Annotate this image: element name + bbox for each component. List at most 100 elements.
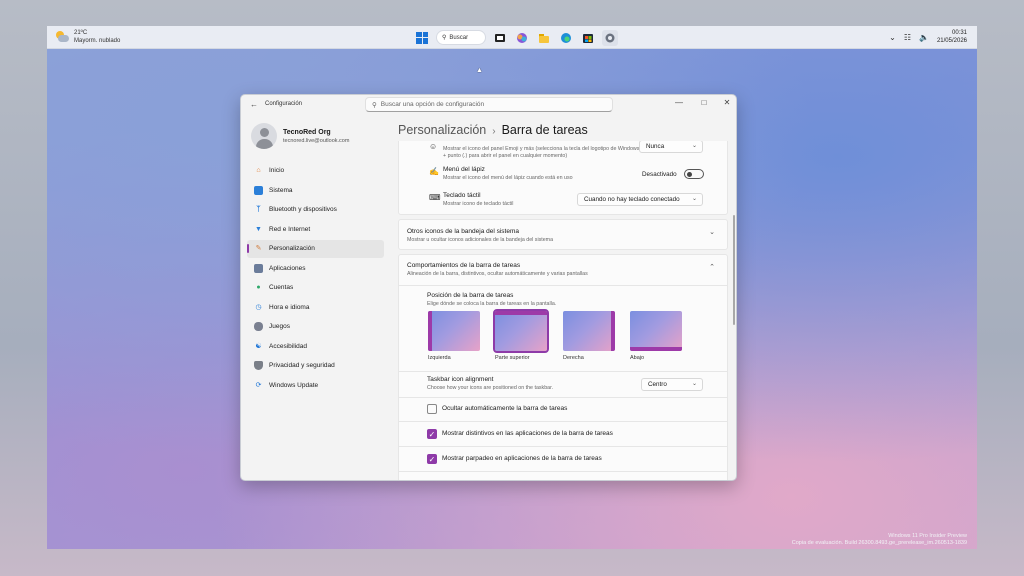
pen-toggle-state: Desactivado bbox=[642, 171, 677, 178]
wifi-icon[interactable]: ☷ bbox=[904, 33, 911, 42]
clock[interactable]: 00:31 21/05/2026 bbox=[937, 29, 967, 45]
sidebar-item-cuentas[interactable]: ● Cuentas bbox=[247, 279, 384, 297]
bluetooth-icon: ᛉ bbox=[256, 206, 261, 214]
other-tray-icons-card[interactable]: Otros iconos de la bandeja del sistema M… bbox=[398, 219, 728, 250]
autohide-checkbox[interactable] bbox=[427, 404, 437, 414]
other-tray-desc: Mostrar u ocultar iconos adicionales de … bbox=[407, 237, 554, 243]
sidebar-item-juegos[interactable]: Juegos bbox=[247, 318, 384, 336]
checkmark-icon: ✓ bbox=[428, 429, 436, 439]
breadcrumb: Personalización › Barra de tareas bbox=[398, 123, 588, 137]
chevron-right-icon: › bbox=[492, 126, 496, 137]
minimize-button[interactable]: — bbox=[671, 98, 687, 107]
weather-temp: 21ºC bbox=[74, 30, 88, 36]
clock-time: 00:31 bbox=[951, 30, 967, 36]
maximize-button[interactable]: □ bbox=[696, 98, 712, 107]
emoji-dropdown[interactable]: Nunca ⌄ bbox=[639, 141, 703, 153]
sidebar-item-hora[interactable]: ◷ Hora e idioma bbox=[247, 299, 384, 317]
sidebar-item-accesibilidad[interactable]: ☯ Accesibilidad bbox=[247, 338, 384, 356]
update-icon: ⟳ bbox=[255, 381, 262, 389]
sidebar-item-label: Hora e idioma bbox=[269, 303, 310, 311]
alignment-dropdown-value: Centro bbox=[648, 381, 667, 388]
flash-checkbox[interactable]: ✓ bbox=[427, 454, 437, 464]
position-left-label: Izquierda bbox=[428, 355, 451, 361]
sidebar-item-privacidad[interactable]: Privacidad y seguridad bbox=[247, 357, 384, 375]
position-title: Posición de la barra de tareas bbox=[427, 292, 514, 299]
checkmark-icon: ✓ bbox=[428, 454, 436, 464]
behaviors-header[interactable]: Comportamientos de la barra de tareas Al… bbox=[407, 262, 588, 278]
position-left-thumb[interactable] bbox=[428, 311, 480, 351]
other-tray-title: Otros iconos de la bandeja del sistema bbox=[407, 228, 520, 235]
copilot-icon bbox=[517, 32, 527, 43]
folder-icon bbox=[539, 33, 549, 43]
sidebar-nav: ⌂ Inicio Sistema ᛉ Bluetooth y dispositi… bbox=[247, 162, 384, 396]
profile-email: tecnored.live@outlook.com bbox=[283, 137, 350, 144]
file-explorer-button[interactable] bbox=[536, 30, 552, 46]
sidebar-item-personalizacion[interactable]: ✎ Personalización bbox=[247, 240, 384, 258]
alignment-dropdown[interactable]: Centro ⌄ bbox=[641, 378, 703, 391]
sidebar-item-label: Windows Update bbox=[269, 381, 319, 389]
chevron-up-icon[interactable]: ⌃ bbox=[709, 263, 715, 271]
store-button[interactable] bbox=[580, 30, 596, 46]
apps-icon bbox=[254, 263, 263, 273]
taskbar: 21ºC Mayorm. nublado ⚲ Buscar ⌄ ☷ 🔈 00:3… bbox=[47, 26, 977, 49]
settings-taskbar-button[interactable] bbox=[602, 29, 618, 46]
sidebar-item-label: Accesibilidad bbox=[269, 342, 307, 350]
sidebar-item-red[interactable]: ▼ Red e Internet bbox=[247, 221, 384, 239]
sidebar-item-windows-update[interactable]: ⟳ Windows Update bbox=[247, 377, 384, 395]
taskbar-apps: ⚲ Buscar bbox=[414, 29, 618, 46]
task-view-icon bbox=[495, 33, 505, 42]
sidebar-item-label: Aplicaciones bbox=[269, 264, 306, 272]
clock-date: 21/05/2026 bbox=[936, 38, 967, 44]
edge-icon bbox=[561, 32, 571, 43]
sidebar-item-bluetooth[interactable]: ᛉ Bluetooth y dispositivos bbox=[247, 201, 384, 219]
position-top-thumb[interactable] bbox=[493, 309, 549, 353]
system-tray: ⌄ ☷ 🔈 00:31 21/05/2026 bbox=[889, 29, 967, 45]
start-button[interactable] bbox=[414, 30, 430, 46]
task-view-button[interactable] bbox=[492, 30, 508, 46]
chevron-up-icon[interactable]: ⌄ bbox=[889, 33, 896, 42]
sidebar-item-label: Privacidad y seguridad bbox=[269, 362, 335, 370]
back-arrow-icon[interactable]: ← bbox=[250, 100, 258, 109]
gear-icon bbox=[605, 33, 615, 42]
breadcrumb-parent[interactable]: Personalización bbox=[398, 123, 486, 137]
pen-toggle[interactable] bbox=[684, 169, 704, 179]
close-button[interactable]: ✕ bbox=[719, 98, 735, 107]
volume-icon[interactable]: 🔈 bbox=[919, 33, 929, 42]
position-bottom-thumb[interactable] bbox=[630, 311, 682, 351]
weather-widget[interactable]: 21ºC Mayorm. nublado bbox=[55, 29, 120, 45]
sidebar-item-sistema[interactable]: Sistema bbox=[247, 182, 384, 200]
search-icon: ⚲ bbox=[442, 35, 447, 41]
badges-checkbox[interactable]: ✓ bbox=[427, 429, 437, 439]
sidebar-item-label: Inicio bbox=[269, 167, 285, 175]
mouse-cursor-icon: ▲ bbox=[476, 67, 483, 74]
sidebar-item-inicio[interactable]: ⌂ Inicio bbox=[247, 162, 384, 180]
keyboard-dropdown[interactable]: Cuando no hay teclado conectado ⌄ bbox=[577, 193, 703, 206]
sidebar-item-label: Cuentas bbox=[269, 284, 294, 292]
person-icon: ● bbox=[256, 284, 261, 292]
edge-button[interactable] bbox=[558, 30, 574, 46]
gamepad-icon bbox=[254, 322, 263, 332]
globe-clock-icon: ◷ bbox=[255, 303, 262, 311]
widgets-button[interactable] bbox=[514, 30, 530, 46]
user-profile[interactable]: TecnoRed Org tecnored.live@outlook.com bbox=[251, 123, 349, 149]
taskbar-search-label: Buscar bbox=[449, 34, 469, 41]
search-placeholder: Buscar una opción de configuración bbox=[380, 101, 485, 108]
position-right-thumb[interactable] bbox=[563, 311, 615, 351]
sidebar-item-aplicaciones[interactable]: Aplicaciones bbox=[247, 260, 384, 278]
weather-desc: Mayorm. nublado bbox=[74, 38, 121, 44]
content-scrollbar[interactable] bbox=[733, 215, 735, 325]
profile-name: TecnoRed Org bbox=[283, 128, 331, 136]
position-right-label: Derecha bbox=[563, 355, 584, 361]
flash-label: Mostrar parpadeo en aplicaciones de la b… bbox=[442, 455, 602, 462]
pen-desc: Mostrar el icono del menú del lápiz cuan… bbox=[443, 175, 573, 181]
pen-title: Menú del lápiz bbox=[443, 166, 485, 173]
position-bottom-label: Abajo bbox=[630, 355, 645, 361]
keyboard-icon: ⌨ bbox=[429, 193, 441, 202]
pen-icon: ✍ bbox=[429, 167, 439, 176]
alignment-desc: Choose how your icons are positioned on … bbox=[427, 385, 554, 391]
settings-content: ☺ Mostrar el icono del panel Emoji y más… bbox=[398, 141, 728, 480]
watermark-line2: Copia de evaluación. Build 26300.8493.ge… bbox=[791, 540, 967, 546]
taskbar-search[interactable]: ⚲ Buscar bbox=[436, 30, 486, 45]
sidebar-item-label: Red e Internet bbox=[269, 225, 311, 233]
settings-search-input[interactable]: ⚲ Buscar una opción de configuración bbox=[365, 97, 613, 112]
